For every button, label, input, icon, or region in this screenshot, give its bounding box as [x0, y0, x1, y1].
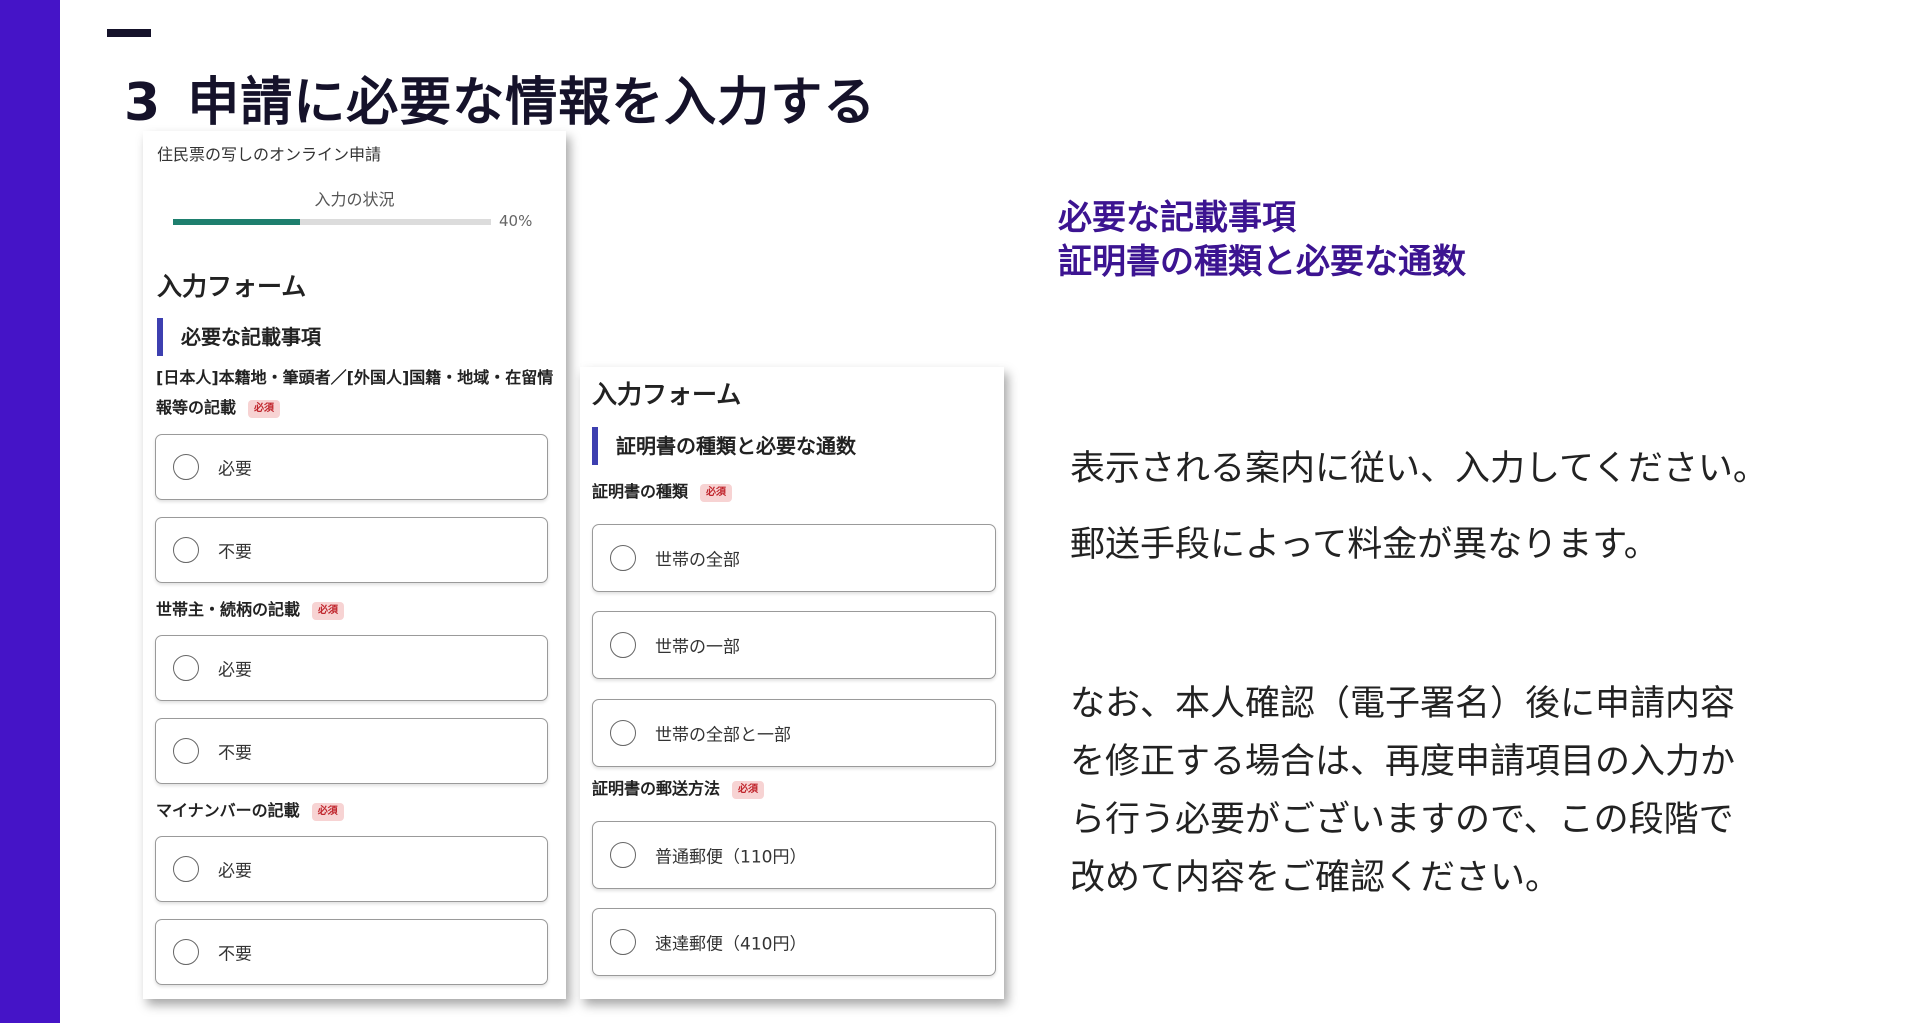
- instruction-paragraph-1: 表示される案内に従い、入力してください。: [1070, 440, 1768, 498]
- field-label-text: 世帯主・続柄の記載: [156, 600, 301, 619]
- option-label: 必要: [218, 660, 252, 681]
- field-label-text: マイナンバーの記載: [156, 801, 300, 820]
- slide-number: 3: [124, 73, 162, 133]
- radio-circle[interactable]: [173, 939, 199, 965]
- option-label: 必要: [218, 459, 252, 480]
- instruction-line: を修正する場合は、再度申請項目の入力か: [1070, 742, 1736, 782]
- form-heading: 入力フォーム: [157, 272, 307, 301]
- field-label-mailing-method: 証明書の郵送方法 必須: [592, 774, 765, 804]
- required-badge: 必須: [700, 483, 733, 502]
- instruction-line: 改めて内容をご確認ください。: [1070, 858, 1561, 898]
- right-heading: 必要な記載事項 証明書の種類と必要な通数: [1058, 196, 1466, 284]
- radio-circle[interactable]: [610, 929, 636, 955]
- option-label: 世帯の一部: [655, 637, 740, 658]
- right-heading-line-2: 証明書の種類と必要な通数: [1058, 242, 1466, 282]
- radio-option-part-household[interactable]: 世帯の一部: [592, 611, 996, 679]
- radio-circle[interactable]: [610, 720, 636, 746]
- option-label: 世帯の全部と一部: [655, 725, 791, 746]
- radio-option-whole-and-part[interactable]: 世帯の全部と一部: [592, 699, 996, 767]
- field-label-text: [日本人]本籍地・筆頭者／[外国人]国籍・地域・在留情報等の記載: [156, 368, 554, 417]
- radio-option-mynumber-no-need[interactable]: 不要: [155, 919, 548, 985]
- field-label-text: 証明書の郵送方法: [592, 779, 721, 798]
- required-badge: 必須: [312, 601, 345, 620]
- form-screenshot-certificate-type: 入力フォーム 証明書の種類と必要な通数 証明書の種類 必須 世帯の全部 世帯の一部…: [580, 367, 1004, 999]
- required-badge: 必須: [248, 399, 281, 418]
- option-label: 不要: [218, 743, 252, 764]
- accent-side-bar: [0, 0, 60, 1023]
- option-label: 速達郵便（410円）: [655, 934, 807, 955]
- radio-option-mynumber-need[interactable]: 必要: [155, 836, 548, 902]
- right-heading-line-1: 必要な記載事項: [1058, 198, 1296, 238]
- field-label-domicile: [日本人]本籍地・筆頭者／[外国人]国籍・地域・在留情報等の記載 必須: [156, 363, 556, 423]
- radio-circle[interactable]: [173, 738, 199, 764]
- instruction-paragraph-3: なお、本人確認（電子署名）後に申請内容 を修正する場合は、再度申請項目の入力か …: [1070, 675, 1735, 907]
- form-screenshot-record-items: 住民票の写しのオンライン申請 入力の状況 40% 入力フォーム 必要な記載事項 …: [143, 131, 566, 999]
- form-heading: 入力フォーム: [592, 380, 742, 409]
- slide-title-text: 申請に必要な情報を入力する: [187, 73, 877, 133]
- instruction-line: ら行う必要がございますので、この段階で: [1070, 800, 1734, 840]
- radio-circle[interactable]: [610, 842, 636, 868]
- app-title: 住民票の写しのオンライン申請: [157, 145, 382, 164]
- section-heading-certificate-type: 証明書の種類と必要な通数: [592, 427, 856, 465]
- required-badge: 必須: [732, 780, 765, 799]
- option-label: 普通郵便（110円）: [655, 847, 807, 868]
- field-label-text: 証明書の種類: [592, 482, 689, 501]
- radio-circle[interactable]: [173, 655, 199, 681]
- radio-option-express-mail[interactable]: 速達郵便（410円）: [592, 908, 996, 976]
- radio-option-regular-mail[interactable]: 普通郵便（110円）: [592, 821, 996, 889]
- option-label: 不要: [218, 542, 252, 563]
- field-label-certificate-type: 証明書の種類 必須: [592, 477, 733, 507]
- radio-option-householder-need[interactable]: 必要: [155, 635, 548, 701]
- option-label: 不要: [218, 944, 252, 965]
- radio-option-whole-household[interactable]: 世帯の全部: [592, 524, 996, 592]
- title-dash: [107, 29, 151, 37]
- radio-option-householder-no-need[interactable]: 不要: [155, 718, 548, 784]
- instruction-text: 郵送手段によって料金が異なります。: [1070, 525, 1659, 565]
- progress-bar-fill: [173, 219, 301, 225]
- radio-option-domicile-no-need[interactable]: 不要: [155, 517, 548, 583]
- instruction-text: 表示される案内に従い、入力してください。: [1070, 449, 1768, 489]
- radio-circle[interactable]: [610, 632, 636, 658]
- radio-circle[interactable]: [610, 545, 636, 571]
- option-label: 世帯の全部: [655, 550, 740, 571]
- progress-percent: 40%: [499, 212, 533, 230]
- field-label-householder: 世帯主・続柄の記載 必須: [156, 595, 345, 625]
- field-label-mynumber: マイナンバーの記載 必須: [156, 796, 344, 826]
- required-badge: 必須: [311, 802, 344, 821]
- radio-circle[interactable]: [173, 537, 199, 563]
- option-label: 必要: [218, 861, 252, 882]
- radio-circle[interactable]: [173, 454, 199, 480]
- instruction-paragraph-2: 郵送手段によって料金が異なります。: [1070, 516, 1659, 574]
- progress-label: 入力の状況: [314, 190, 395, 209]
- section-heading-record-items: 必要な記載事項: [157, 318, 321, 356]
- instruction-line: なお、本人確認（電子署名）後に申請内容: [1070, 684, 1736, 724]
- slide-title: 3 申請に必要な情報を入力する: [124, 60, 876, 135]
- progress-bar: [173, 219, 491, 225]
- radio-option-domicile-need[interactable]: 必要: [155, 434, 548, 500]
- radio-circle[interactable]: [173, 856, 199, 882]
